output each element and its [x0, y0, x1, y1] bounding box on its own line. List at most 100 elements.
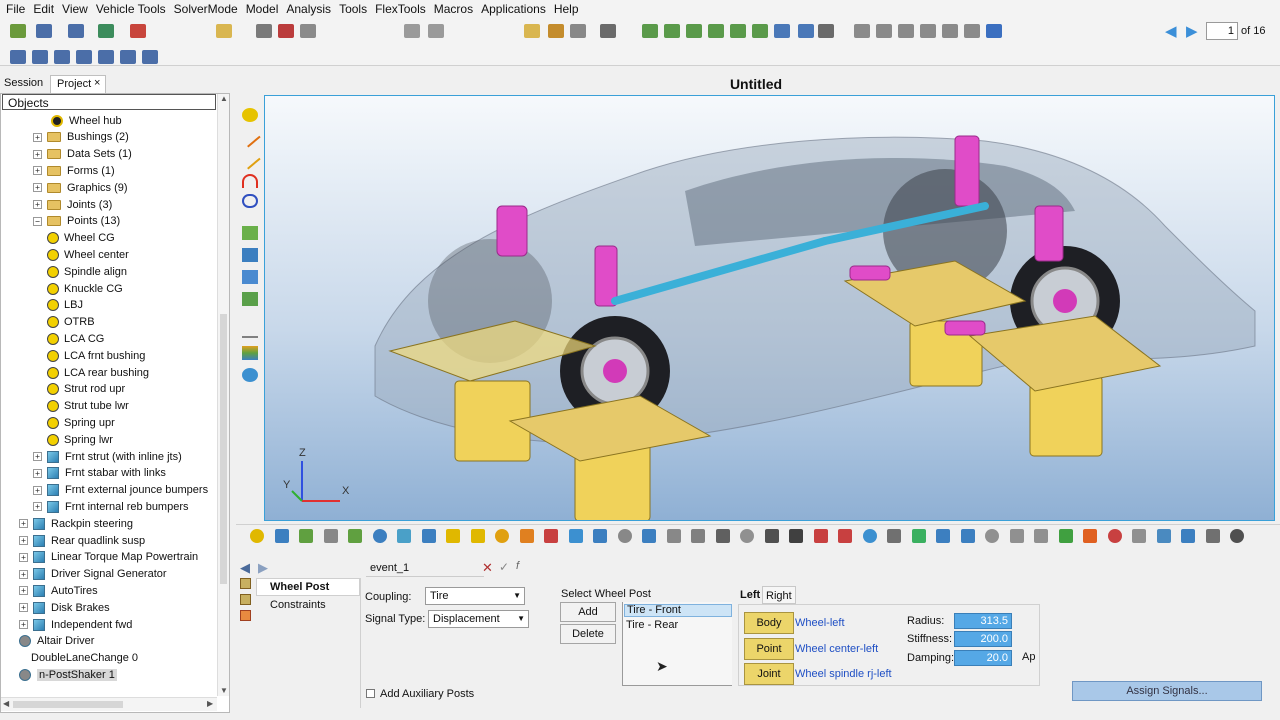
page-number-input[interactable]: 1	[1206, 22, 1238, 40]
move-icon[interactable]	[942, 24, 958, 38]
copy-icon[interactable]	[428, 24, 444, 38]
tree-item[interactable]: + Rear quadlink susp	[19, 532, 145, 549]
stiffness-field[interactable]: 200.0	[954, 631, 1012, 647]
tree-item[interactable]: Strut tube lwr	[47, 398, 129, 415]
tree-item[interactable]: + Graphics (9)	[33, 179, 128, 196]
forward-arrow-icon[interactable]: ▶	[258, 560, 268, 576]
tree-item[interactable]: + Frnt internal reb bumpers	[33, 498, 189, 515]
view-left-icon[interactable]	[730, 24, 746, 38]
menu-item-applications[interactable]: Applications	[479, 2, 552, 16]
tab-wheel-post[interactable]: Wheel Post	[256, 578, 360, 596]
tree-item[interactable]: LBJ	[47, 297, 83, 314]
graphics-tool-11-icon[interactable]	[495, 529, 509, 543]
view-right-icon[interactable]	[752, 24, 768, 38]
tree-item[interactable]: Spring lwr	[47, 431, 113, 448]
graphics-tool-19-icon[interactable]	[691, 529, 705, 543]
tree-item[interactable]: Knuckle CG	[47, 280, 123, 297]
expand-icon[interactable]: +	[33, 485, 42, 495]
expand-icon[interactable]: +	[19, 536, 28, 545]
camera-icon[interactable]	[798, 24, 814, 38]
graphics-tool-30-icon[interactable]	[960, 529, 975, 543]
clear-event-icon[interactable]: ✕	[482, 560, 493, 576]
graphics-tool-25-icon[interactable]	[838, 529, 852, 543]
formula-icon[interactable]: f	[516, 560, 519, 572]
graphics-tool-6-icon[interactable]	[372, 529, 387, 543]
mesh-icon[interactable]	[242, 226, 258, 240]
graphics-tool-24-icon[interactable]	[813, 529, 828, 543]
scroll-right-arrow-icon[interactable]: ▶	[207, 699, 213, 708]
model-tool-6-icon[interactable]	[120, 50, 136, 64]
tree-item[interactable]: + AutoTires	[19, 582, 98, 599]
graphics-tool-36-icon[interactable]	[1107, 529, 1122, 543]
tree-item[interactable]: + Frnt external jounce bumpers	[33, 482, 208, 499]
folder-tool-icon[interactable]	[524, 24, 540, 38]
save-as-icon[interactable]	[68, 24, 84, 38]
line-icon[interactable]	[239, 148, 261, 170]
expand-icon[interactable]: +	[19, 603, 28, 613]
graphics-tool-26-icon[interactable]	[862, 529, 877, 543]
zoom-out-icon[interactable]	[876, 24, 892, 38]
menu-item-file[interactable]: File	[4, 2, 31, 16]
tree-item[interactable]: Strut rod upr	[47, 381, 125, 398]
graphics-tool-39-icon[interactable]	[1181, 529, 1195, 543]
tree-item[interactable]: OTRB	[47, 314, 95, 331]
tree-item[interactable]: + Driver Signal Generator	[19, 566, 167, 583]
view-side-icon[interactable]	[708, 24, 724, 38]
model-tool-3-icon[interactable]	[54, 50, 70, 64]
back-arrow-icon[interactable]: ◀	[240, 560, 250, 576]
graphics-tool-37-icon[interactable]	[1132, 529, 1146, 543]
point-value[interactable]: Wheel center-left	[795, 643, 878, 655]
export-icon[interactable]	[130, 24, 146, 38]
zoom-in-icon[interactable]	[854, 24, 870, 38]
graphics-tool-23-icon[interactable]	[789, 529, 803, 543]
apply-button[interactable]: Ap	[1022, 651, 1035, 663]
graphics-tool-20-icon[interactable]	[715, 529, 730, 543]
tree-item[interactable]: + Frnt strut (with inline jts)	[33, 448, 182, 465]
tree-item[interactable]: + Independent fwd	[19, 616, 132, 633]
graphics-tool-29-icon[interactable]	[936, 529, 950, 543]
spin-icon[interactable]	[986, 24, 1002, 38]
graphics-tool-22-icon[interactable]	[764, 529, 779, 543]
menu-item-solvermode[interactable]: SolverMode	[172, 2, 244, 16]
menu-item-macros[interactable]: Macros	[432, 2, 479, 16]
tree-item[interactable]: + Rackpin steering	[19, 515, 133, 532]
scroll-up-arrow-icon[interactable]: ▲	[220, 94, 228, 103]
previous-page-icon[interactable]: ◀	[1165, 22, 1177, 40]
expand-icon[interactable]: +	[19, 552, 28, 562]
expand-icon[interactable]: +	[33, 132, 42, 142]
pan-icon[interactable]	[898, 24, 914, 38]
menu-item-tools[interactable]: Tools	[337, 2, 373, 16]
model-tool-4-icon[interactable]	[76, 50, 92, 64]
graphics-tool-35-icon[interactable]	[1083, 529, 1097, 543]
graphics-tool-8-icon[interactable]	[421, 529, 436, 543]
spring-tool-icon[interactable]	[242, 368, 258, 382]
expand-icon[interactable]: +	[33, 452, 42, 461]
expand-icon[interactable]: +	[33, 149, 42, 159]
graphics-tool-27-icon[interactable]	[887, 529, 901, 543]
body-button[interactable]: Body	[744, 612, 794, 634]
graphics-tool-18-icon[interactable]	[666, 529, 681, 543]
joint-value[interactable]: Wheel spindle rj-left	[795, 668, 892, 680]
tree-item[interactable]: + Forms (1)	[33, 162, 115, 179]
hand-icon[interactable]	[920, 24, 936, 38]
graphics-tool-38-icon[interactable]	[1156, 529, 1171, 543]
tab-session[interactable]: Session	[4, 77, 43, 89]
graphics-tool-21-icon[interactable]	[740, 529, 754, 543]
tree-item[interactable]: + Disk Brakes	[19, 599, 110, 616]
tree-item[interactable]: Spindle align	[47, 263, 127, 280]
display-icon[interactable]	[818, 24, 834, 38]
menu-item-model[interactable]: Model	[244, 2, 285, 16]
vector-icon[interactable]	[239, 126, 261, 148]
radius-field[interactable]: 313.5	[954, 613, 1012, 629]
graphics-tool-13-icon[interactable]	[544, 529, 558, 543]
tree-item[interactable]: Altair Driver	[19, 633, 94, 650]
tree-horizontal-scrollbar[interactable]: ◀ ▶	[1, 697, 217, 711]
spline-icon[interactable]	[242, 194, 258, 208]
body-value[interactable]: Wheel-left	[795, 617, 845, 629]
expand-icon[interactable]: +	[33, 183, 42, 193]
menu-item-vehicle-tools[interactable]: Vehicle Tools	[94, 2, 172, 16]
wheel-post-list[interactable]: Tire - Front Tire - Rear	[622, 602, 732, 686]
force-icon[interactable]	[242, 292, 258, 306]
graphics-tool-40-icon[interactable]	[1205, 529, 1220, 543]
delete-icon[interactable]	[278, 24, 294, 38]
